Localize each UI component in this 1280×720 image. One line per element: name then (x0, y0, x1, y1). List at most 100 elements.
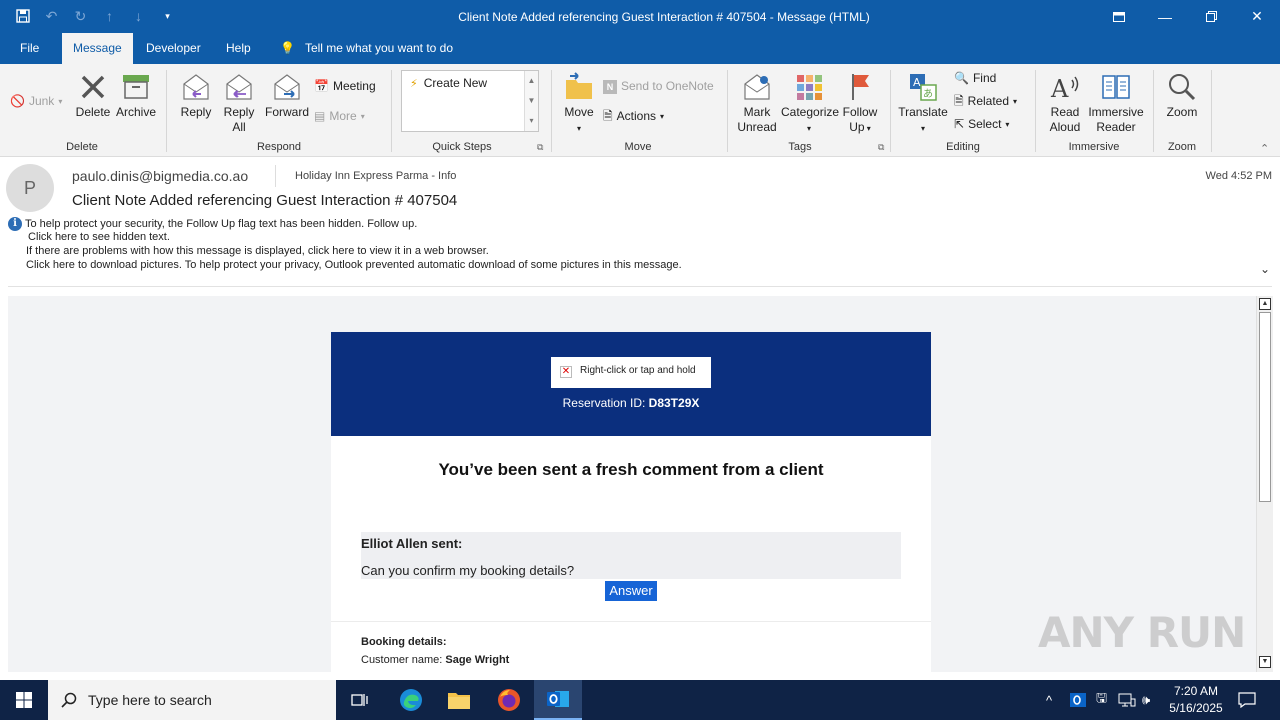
group-label-delete: Delete (66, 141, 98, 153)
tab-file[interactable]: File (20, 33, 39, 64)
immersive-reader-icon (1102, 75, 1130, 99)
group-label-editing: Editing (946, 141, 980, 153)
restore-button[interactable] (1188, 0, 1234, 33)
ribbon-separator (551, 70, 552, 152)
tell-me-search[interactable]: 💡 Tell me what you want to do (280, 33, 453, 64)
translate-button[interactable]: Aあ Translate ▾ (898, 72, 948, 136)
task-view-button[interactable] (336, 680, 384, 720)
junk-icon: 🚫 (10, 94, 25, 108)
infobar-view-in-browser[interactable]: If there are problems with how this mess… (26, 245, 489, 257)
sender-avatar: P (6, 164, 54, 212)
group-label-respond: Respond (256, 141, 302, 153)
delete-button[interactable]: Delete (74, 72, 112, 120)
infobar-follow-up[interactable]: To help protect your security, the Follo… (25, 218, 417, 230)
system-clock[interactable]: 7:20 AM 5/16/2025 (1164, 683, 1228, 717)
comment-box: Elliot Allen sent: Can you confirm my bo… (361, 532, 901, 579)
outlook-tray-icon[interactable] (1070, 680, 1086, 720)
infobar-hidden-text[interactable]: Click here to see hidden text. (25, 231, 170, 243)
read-aloud-icon: A (1050, 75, 1079, 102)
windows-logo-icon (16, 692, 32, 708)
mark-unread-button[interactable]: Mark Unread (736, 72, 778, 135)
find-button[interactable]: 🔍 Find (954, 71, 996, 86)
edge-taskbar-button[interactable] (387, 680, 435, 720)
forward-icon (274, 74, 300, 100)
scroll-down-arrow-icon[interactable]: ▼ (1259, 656, 1271, 668)
collapse-ribbon-icon[interactable]: ⌃ (1260, 142, 1269, 155)
reply-button[interactable]: Reply (178, 72, 214, 120)
svg-text:A: A (913, 76, 921, 89)
ribbon: 🚫 Junk ▾ Delete Archive Delete Reply Reply… (0, 64, 1280, 157)
forward-button[interactable]: Forward (264, 72, 310, 120)
zoom-button[interactable]: Zoom (1162, 72, 1202, 120)
infobar-download-pictures[interactable]: Click here to download pictures. To help… (26, 259, 682, 271)
email-divider (331, 621, 931, 622)
meeting-button[interactable]: 📅 Meeting (314, 79, 376, 94)
volume-icon[interactable]: 🕪 (1142, 680, 1150, 720)
junk-button[interactable]: 🚫 Junk ▾ (10, 94, 62, 109)
ribbon-separator (166, 70, 167, 152)
sender-address[interactable]: paulo.dinis@bigmedia.co.ao (72, 168, 248, 184)
taskbar: Type here to search ^ 🖫 🕪 7:20 AM 5/16/2… (0, 680, 1280, 720)
show-hidden-icons-chevron[interactable]: ^ (1046, 680, 1052, 720)
body-scrollbar[interactable]: ▲ ▼ (1256, 296, 1273, 672)
meeting-icon: 📅 (314, 79, 329, 93)
window-title: Client Note Added referencing Guest Inte… (458, 10, 870, 24)
tab-help[interactable]: Help (226, 33, 251, 64)
scrollbar-thumb[interactable] (1259, 312, 1271, 502)
follow-up-button[interactable]: Follow Up ▾ (841, 72, 879, 136)
booking-details-title: Booking details: (361, 636, 447, 648)
actions-button[interactable]: 🗎 Actions ▾ (603, 109, 664, 124)
network-icon[interactable] (1118, 680, 1136, 720)
tab-developer[interactable]: Developer (146, 33, 201, 64)
comment-sender: Elliot Allen sent: (361, 536, 463, 551)
quick-steps-launcher-icon[interactable]: ⧉ (537, 142, 543, 153)
close-button[interactable]: ✕ (1234, 0, 1280, 33)
send-to-onenote-button[interactable]: N Send to OneNote (603, 79, 714, 94)
reply-icon (183, 74, 209, 100)
ribbon-separator (1035, 70, 1036, 152)
customer-name-line: Customer name: Sage Wright (361, 654, 510, 666)
archive-icon (123, 75, 149, 99)
device-tray-icon[interactable]: 🖫 (1096, 680, 1107, 720)
select-button[interactable]: ⇱ Select ▾ (954, 117, 1009, 132)
scroll-up-arrow-icon[interactable]: ▲ (1259, 298, 1271, 310)
svg-text:A: A (1050, 75, 1069, 102)
quick-steps-scrollbar[interactable]: ▲ ▼ ▾ (524, 71, 538, 131)
reply-all-icon (226, 74, 252, 100)
start-button[interactable] (0, 680, 48, 720)
read-aloud-button[interactable]: A Read Aloud (1044, 72, 1086, 135)
more-respond-button[interactable]: ▤ More ▾ (314, 109, 365, 124)
group-label-tags: Tags (788, 141, 812, 153)
blocked-image-placeholder[interactable]: ✕ Right-click or tap and hold (551, 357, 711, 388)
firefox-taskbar-button[interactable] (485, 680, 533, 720)
move-button[interactable]: Move ▾ (560, 72, 598, 136)
related-button[interactable]: 🗎 Related ▾ (954, 94, 1017, 109)
title-bar: ↶ ↻ ↑ ↓ ▾ Client Note Added referencing … (0, 0, 1280, 33)
ribbon-display-options-icon[interactable] (1096, 0, 1142, 33)
recipient[interactable]: Holiday Inn Express Parma - Info (295, 170, 456, 182)
file-explorer-taskbar-button[interactable] (435, 680, 483, 720)
firefox-icon (498, 689, 520, 711)
expand-header-chevron-icon[interactable]: ⌄ (1260, 262, 1270, 276)
notifications-icon[interactable] (1238, 680, 1256, 720)
task-view-icon (351, 694, 368, 706)
email-headline: You’ve been sent a fresh comment from a … (438, 460, 824, 479)
outlook-taskbar-button[interactable] (534, 680, 582, 720)
taskbar-search[interactable]: Type here to search (48, 680, 336, 720)
quick-step-create-new[interactable]: ⚡ Create New (410, 76, 487, 90)
onenote-icon: N (603, 79, 617, 94)
actions-icon: 🗎 (603, 109, 613, 123)
quick-steps-gallery[interactable]: ⚡ Create New ▲ ▼ ▾ (401, 70, 539, 132)
ribbon-tabs: File Message Developer Help 💡 Tell me wha… (0, 33, 1280, 64)
select-cursor-icon: ⇱ (954, 117, 965, 131)
answer-button[interactable]: Answer (605, 581, 657, 601)
archive-button[interactable]: Archive (115, 72, 157, 120)
minimize-button[interactable]: — (1142, 0, 1188, 33)
reply-all-button[interactable]: Reply All (221, 72, 257, 135)
header-divider (8, 286, 1272, 287)
group-label-quick-steps: Quick Steps (432, 141, 492, 153)
tags-launcher-icon[interactable]: ⧉ (878, 142, 884, 153)
immersive-reader-button[interactable]: Immersive Reader (1088, 72, 1144, 135)
categorize-button[interactable]: Categorize ▾ (781, 72, 839, 136)
tab-message[interactable]: Message (62, 33, 133, 64)
